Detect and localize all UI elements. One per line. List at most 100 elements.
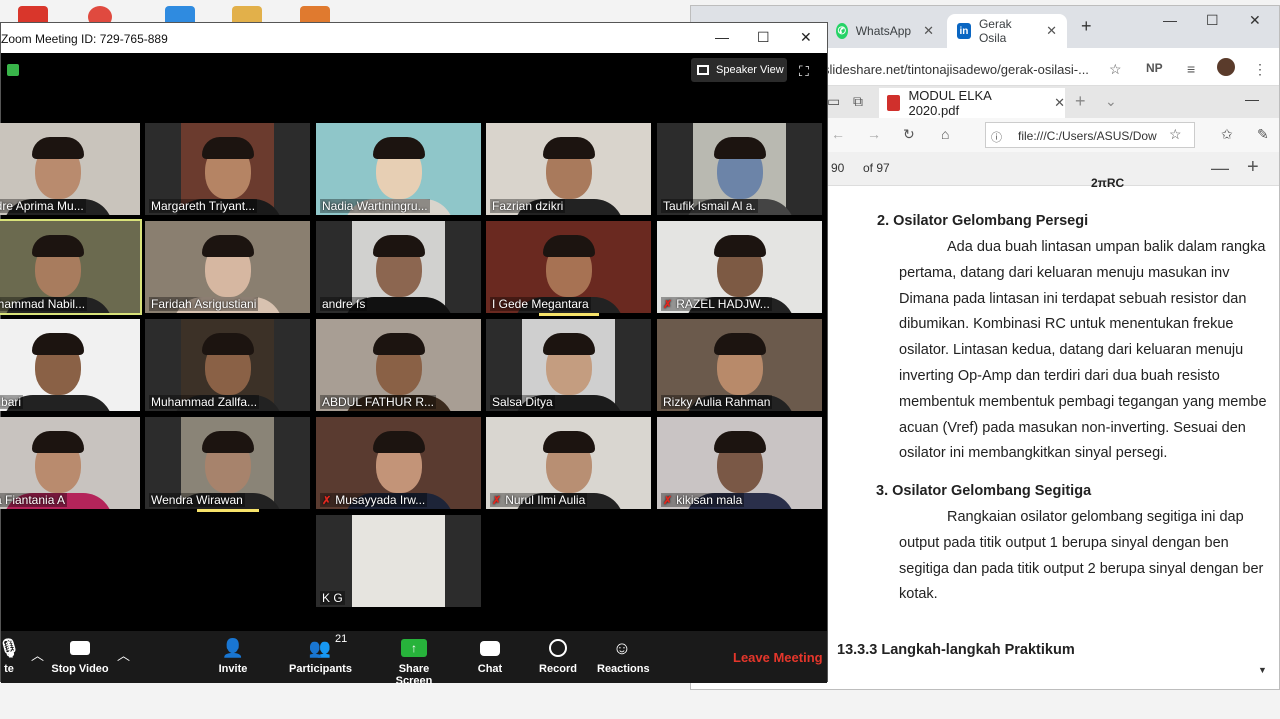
url-text[interactable]: slideshare.net/tintonajisadewo/gerak-osi… (823, 62, 1089, 77)
document-line: output pada titik output 1 berupa sinyal… (899, 534, 1229, 551)
participant-name-text: Muhammad Zallfa... (151, 395, 258, 409)
participant-name: Salsa Ditya (490, 395, 555, 409)
document-line: segitiga dan pada titik output 2 berupa … (899, 560, 1264, 577)
tab-pdf[interactable]: MODUL ELKA 2020.pdf ✕ (879, 88, 1065, 118)
participant-tile[interactable]: andre fs (316, 221, 481, 313)
share-screen-button[interactable]: ↑ Share Screen (381, 637, 447, 687)
participant-tile[interactable]: Muhammad Zallfa... (145, 319, 310, 411)
participant-name-text: n Albari (0, 395, 22, 409)
edge-address-input[interactable]: file:///C:/Users/ASUS/Dow (985, 122, 1195, 148)
participant-hair (32, 137, 84, 159)
participant-hair (373, 333, 425, 355)
maximize-icon[interactable]: ☐ (757, 29, 770, 46)
zoom-out-icon[interactable]: — (1211, 158, 1229, 179)
chevron-up-icon[interactable]: ︿ (117, 645, 130, 664)
favorite-icon[interactable]: ☆ (1169, 126, 1182, 143)
participant-tile[interactable]: n Albari (0, 319, 140, 411)
forward-icon[interactable]: → (867, 126, 881, 142)
participant-tile[interactable]: Rizky Aulia Rahman (657, 319, 822, 411)
leave-meeting-button[interactable]: Leave Meeting (733, 650, 823, 665)
grid-icon (697, 65, 709, 75)
pen-icon[interactable]: ✎ (1257, 126, 1269, 143)
participant-tile[interactable]: ✗ Nurul Ilmi Aulia (486, 417, 651, 509)
edge-url-text: file:///C:/Users/ASUS/Dow (1018, 129, 1157, 143)
section-title: 3. Osilator Gelombang Segitiga (876, 483, 1092, 499)
zoom-window: Zoom Meeting ID: 729-765-889 — ☐ ✕ Speak… (0, 22, 828, 687)
tab-label: WhatsApp (855, 24, 912, 38)
tab-whatsapp[interactable]: ✆ WhatsApp ✕ (826, 14, 944, 48)
favorites-list-icon[interactable]: ✩ (1221, 126, 1233, 143)
tab-preview-icon[interactable]: ▭ (827, 93, 840, 110)
mute-button[interactable]: 🎙 te (0, 637, 20, 676)
participant-name: n Albari (0, 395, 24, 409)
minimize-icon[interactable]: — (715, 29, 729, 45)
tab-slideshare[interactable]: in Gerak Osila ✕ (947, 14, 1067, 48)
tab-aside-icon[interactable]: ⧉ (853, 93, 863, 110)
muted-mic-icon: ✗ (663, 494, 673, 507)
taskbar (0, 690, 1280, 719)
participant-tile[interactable]: ABDUL FATHUR R... (316, 319, 481, 411)
invite-label: Invite (218, 663, 248, 675)
invite-button[interactable]: 👤 Invite (213, 637, 253, 676)
close-icon[interactable]: ✕ (800, 29, 812, 46)
participant-tile[interactable]: Faridah Asrigustiani (145, 221, 310, 313)
minimize-icon[interactable]: — (1163, 12, 1177, 28)
close-tab-icon[interactable]: ✕ (1054, 95, 1065, 111)
chat-button[interactable]: Chat (475, 637, 505, 675)
maximize-icon[interactable]: ☐ (1206, 12, 1219, 29)
new-tab-icon[interactable]: + (1075, 91, 1086, 112)
participant-name-text: I Gede Megantara (492, 297, 589, 311)
speaker-view-button[interactable]: Speaker View (691, 58, 787, 82)
refresh-icon[interactable]: ↻ (903, 126, 915, 143)
lock-icon[interactable] (7, 64, 19, 76)
speaking-indicator (539, 313, 599, 316)
zoom-in-icon[interactable]: + (1247, 156, 1259, 179)
participant-tile[interactable]: Taufik Ismail Al a. (657, 123, 822, 215)
menu-icon[interactable]: ⋮ (1253, 61, 1267, 78)
participant-tile[interactable]: Andre Aprima Mu... (0, 123, 140, 215)
minimize-icon[interactable]: — (1245, 91, 1259, 107)
share-screen-icon: ↑ (401, 639, 427, 657)
section-title: 13.3.3 Langkah-langkah Praktikum (837, 642, 1075, 658)
participant-tile[interactable]: Margareth Triyant... (145, 123, 310, 215)
participant-name: Nila Fiantania A (0, 493, 68, 507)
reactions-button[interactable]: ☺ Reactions (597, 637, 650, 676)
scroll-down-icon[interactable]: ▼ (1258, 660, 1278, 690)
avatar[interactable] (1217, 58, 1235, 76)
back-icon[interactable]: ← (831, 126, 845, 142)
participant-tile[interactable]: ✗ Musayyada Irw... (316, 417, 481, 509)
participant-tile[interactable]: Muhammad Nabil... (0, 219, 142, 315)
page-number-input[interactable]: 90 (831, 161, 844, 175)
participant-tile[interactable]: ✗ RAZEL HADJW... (657, 221, 822, 313)
star-icon[interactable]: ☆ (1109, 61, 1122, 78)
participant-tile[interactable]: I Gede Megantara (486, 221, 651, 313)
participant-name-text: Taufik Ismail Al a. (663, 199, 756, 213)
participant-tile[interactable]: Fazrian dzikri (486, 123, 651, 215)
chevron-up-icon[interactable]: ︿ (31, 645, 44, 664)
participant-name-text: kikisan mala (676, 493, 743, 507)
participant-hair (32, 235, 84, 257)
participant-tile[interactable]: Salsa Ditya (486, 319, 651, 411)
whatsapp-icon: ✆ (836, 23, 848, 39)
fullscreen-icon[interactable]: ⛶ (799, 63, 809, 80)
participant-tile[interactable]: Nadia Wartiningru... (316, 123, 481, 215)
new-tab-icon[interactable]: + (1081, 16, 1092, 37)
participant-tile[interactable]: ✗ kikisan mala (657, 417, 822, 509)
participant-hair (202, 431, 254, 453)
participant-name: Margareth Triyant... (149, 199, 258, 213)
home-icon[interactable]: ⌂ (941, 126, 949, 142)
close-tab-icon[interactable]: ✕ (923, 23, 934, 39)
record-button[interactable]: Record (539, 637, 577, 675)
stop-video-button[interactable]: Stop Video (51, 637, 109, 675)
participant-tile[interactable]: K G (316, 515, 481, 607)
extension-icon[interactable]: NP (1146, 61, 1163, 75)
participant-tile[interactable]: Nila Fiantania A (0, 417, 140, 509)
info-icon[interactable]: ⓘ (991, 129, 1002, 145)
chevron-down-icon[interactable]: ⌄ (1105, 93, 1117, 110)
participant-tile[interactable]: Wendra Wirawan (145, 417, 310, 509)
document-line: Dimana pada lintasan ini terdapat sebuah… (899, 290, 1247, 307)
close-tab-icon[interactable]: ✕ (1046, 23, 1057, 39)
media-icon[interactable]: ≡ (1187, 61, 1195, 77)
section-title: 2. Osilator Gelombang Persegi (877, 213, 1089, 229)
close-icon[interactable]: ✕ (1249, 12, 1261, 29)
